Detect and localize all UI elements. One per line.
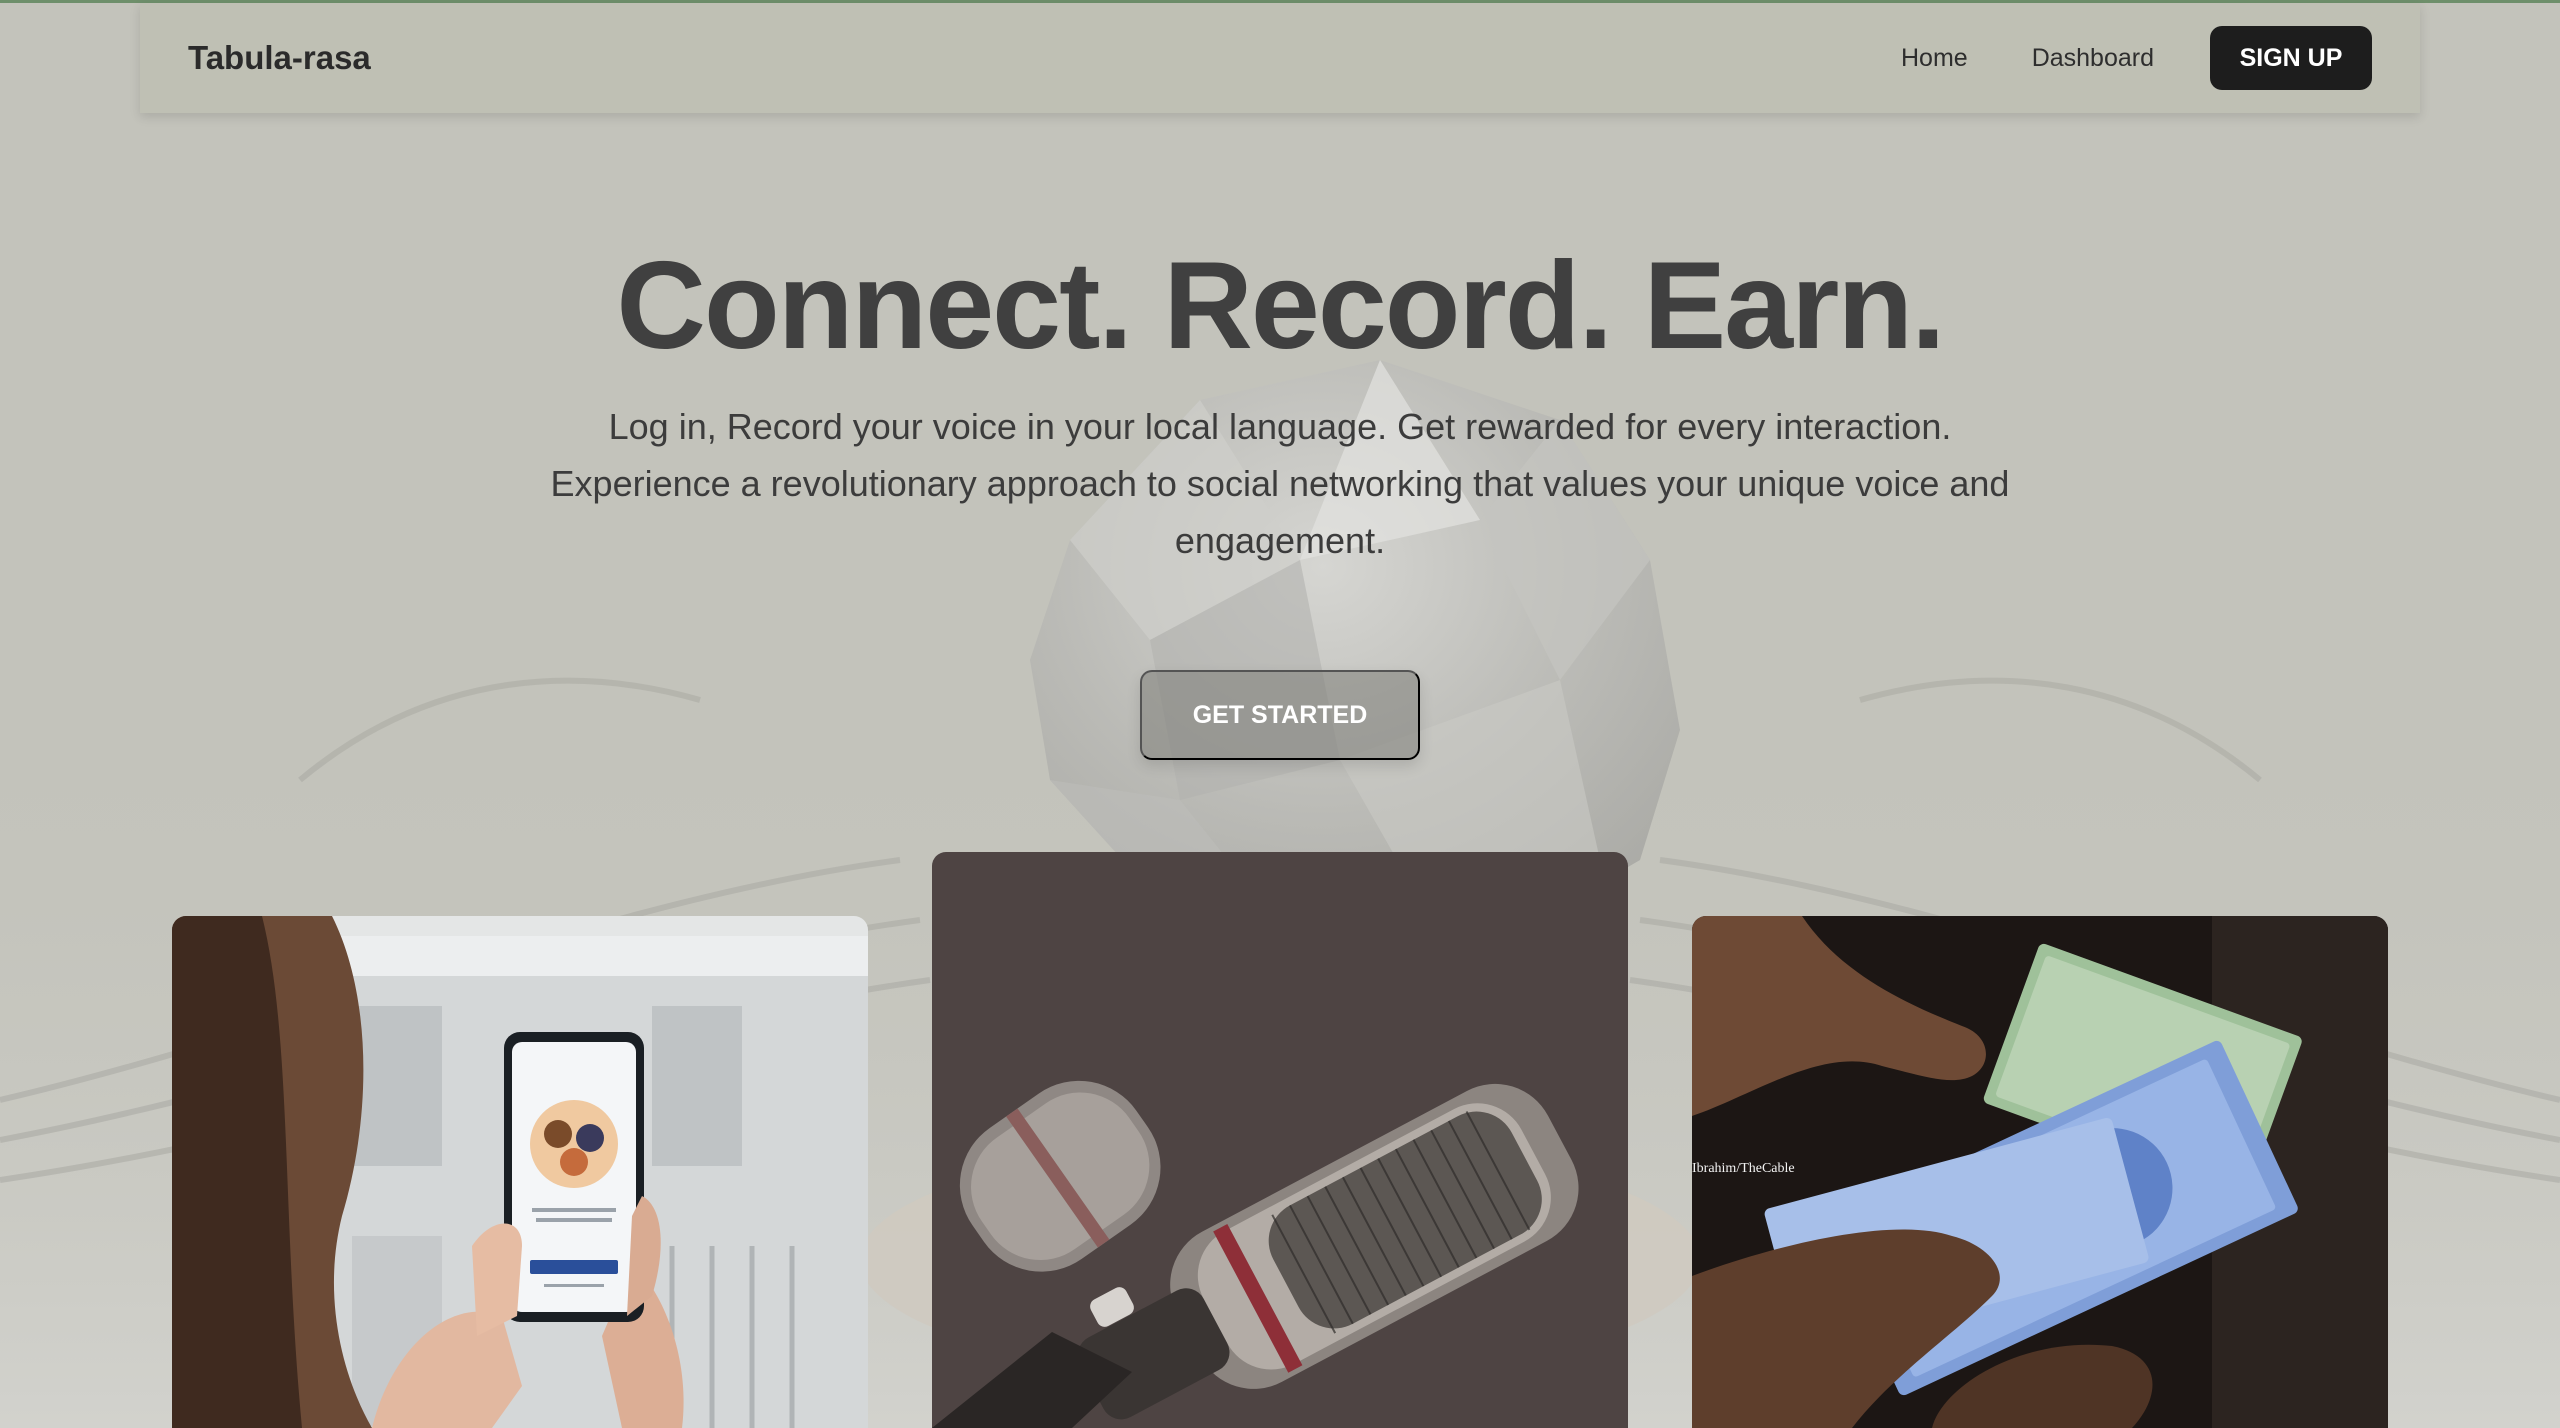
nav-links: Home Dashboard SIGN UP (1901, 26, 2372, 90)
hero-title: Connect. Record. Earn. (616, 237, 1945, 375)
feature-card-earn: Ibrahim/TheCable (1692, 916, 2388, 1428)
nav-dashboard-link[interactable]: Dashboard (2032, 44, 2154, 73)
photo-credit-text: Ibrahim/TheCable (1692, 1161, 1795, 1176)
signup-button[interactable]: SIGN UP (2210, 26, 2372, 90)
navbar: Tabula-rasa Home Dashboard SIGN UP (140, 3, 2420, 113)
get-started-button[interactable]: GET STARTED (1140, 670, 1420, 760)
feature-card-record (932, 852, 1628, 1428)
studio-microphone-image (932, 852, 1628, 1428)
nav-home-link[interactable]: Home (1901, 44, 1968, 73)
person-holding-phone-image (172, 916, 868, 1428)
feature-card-connect (172, 916, 868, 1428)
brand-logo[interactable]: Tabula-rasa (188, 39, 371, 77)
hero-subtitle: Log in, Record your voice in your local … (550, 406, 2010, 561)
hands-counting-banknotes-image: Ibrahim/TheCable (1692, 916, 2388, 1428)
